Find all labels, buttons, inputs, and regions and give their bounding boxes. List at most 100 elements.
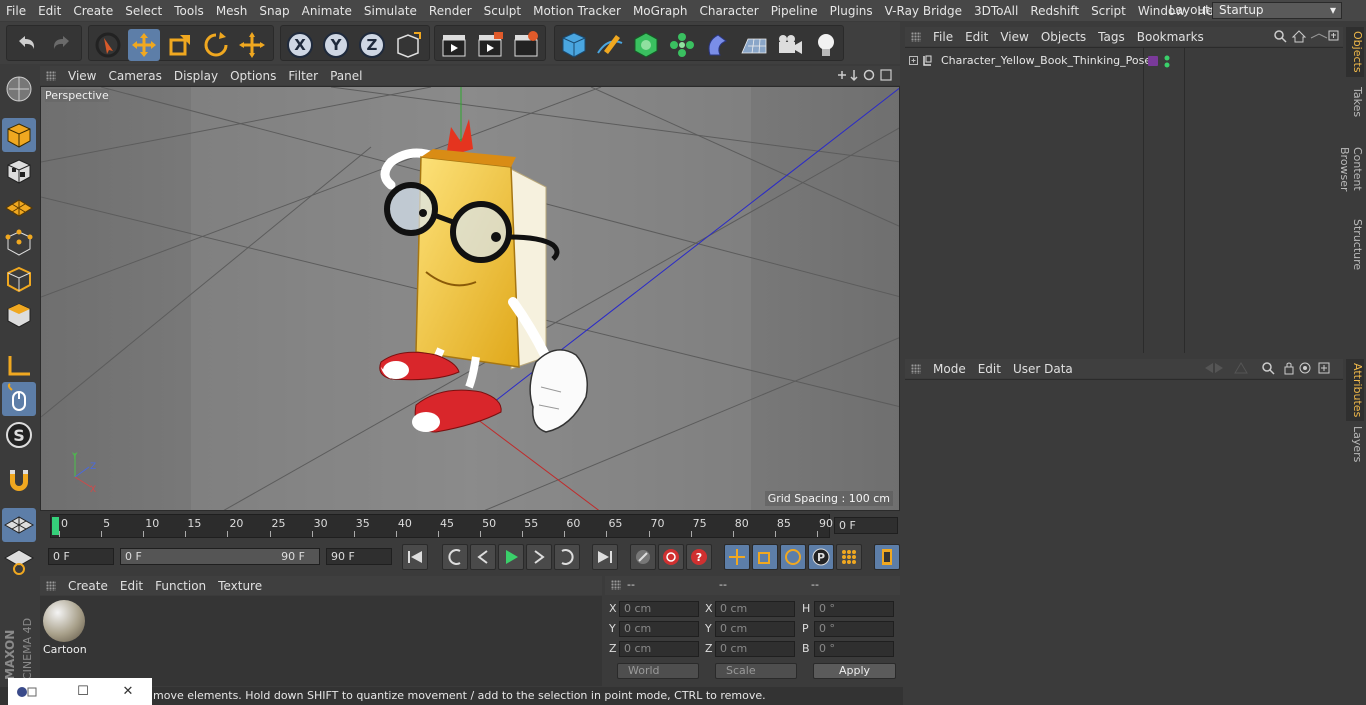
null-object-icon[interactable] [909,54,939,68]
menu-redshift[interactable]: Redshift [1024,4,1085,18]
viewport-menu-view[interactable]: View [68,69,106,83]
material-menu-function[interactable]: Function [155,579,216,593]
tab-structure[interactable]: Structure [1346,217,1364,273]
key-pla-button[interactable] [836,544,862,570]
om-menu-view[interactable]: View [1000,30,1038,44]
size-z-field[interactable]: 0 cm [715,641,795,657]
om-menu-file[interactable]: File [933,30,963,44]
playhead[interactable] [52,517,59,535]
tab-content-browser[interactable]: Content Browser [1338,125,1364,213]
lock-workplane-button[interactable] [2,508,36,542]
keyframe-selection-button[interactable] [630,544,656,570]
undo-button[interactable] [10,29,42,61]
om-menu-edit[interactable]: Edit [965,30,998,44]
material-swatch-cartoon[interactable] [43,600,85,642]
key-rotation-button[interactable] [780,544,806,570]
rotate-tool-button[interactable] [200,29,232,61]
next-frame-button[interactable] [526,544,552,570]
current-frame-field[interactable]: 0 F [834,517,898,534]
tab-objects[interactable]: Objects [1346,27,1364,77]
menu-snap[interactable]: Snap [253,4,295,18]
floor-button[interactable] [738,29,770,61]
viewport-menu-filter[interactable]: Filter [288,69,328,83]
cloner-button[interactable] [666,29,698,61]
edges-mode-button[interactable] [2,262,36,296]
workplane-mode-button[interactable] [2,190,36,224]
viewport-menu-panel[interactable]: Panel [330,69,372,83]
menu-tools[interactable]: Tools [168,4,210,18]
am-menu-user-data[interactable]: User Data [1013,362,1083,376]
x-axis-button[interactable]: X [284,29,316,61]
subdivision-button[interactable] [630,29,662,61]
apply-button[interactable]: Apply [813,663,896,679]
light-button[interactable] [810,29,842,61]
size-x-field[interactable]: 0 cm [715,601,795,617]
visibility-dots-icon[interactable] [1163,55,1171,69]
make-editable-button[interactable] [2,72,36,106]
layout-select[interactable]: Startup [1212,2,1342,19]
viewport-nav-icons[interactable] [836,67,898,84]
menu-script[interactable]: Script [1085,4,1132,18]
menu-render[interactable]: Render [423,4,478,18]
perspective-viewport[interactable]: Y Z X Perspective Grid Spacing : 100 cm [40,86,900,511]
record-button[interactable] [658,544,684,570]
object-name-character[interactable]: Character_Yellow_Book_Thinking_Pose [941,54,1151,67]
menu-edit[interactable]: Edit [32,4,67,18]
rot-p-field[interactable]: 0 ° [814,621,894,637]
timeline-ruler[interactable]: 0 5 10 15 20 25 30 35 40 45 50 55 60 65 70 75 80 85 90 [50,514,833,538]
go-to-start-button[interactable] [402,544,428,570]
menu-select[interactable]: Select [119,4,168,18]
go-to-end-button[interactable] [592,544,618,570]
menu-mograph[interactable]: MoGraph [627,4,694,18]
redo-button[interactable] [46,29,78,61]
texture-mode-button[interactable] [2,154,36,188]
viewport-menu-display[interactable]: Display [174,69,228,83]
am-menu-edit[interactable]: Edit [978,362,1011,376]
menu-animate[interactable]: Animate [296,4,358,18]
menu-pipeline[interactable]: Pipeline [765,4,824,18]
om-menu-tags[interactable]: Tags [1098,30,1135,44]
planar-workplane-button[interactable] [2,544,36,578]
polygons-mode-button[interactable] [2,298,36,332]
key-scale-button[interactable] [752,544,778,570]
scale-tool-button[interactable] [164,29,196,61]
material-menu-texture[interactable]: Texture [218,579,272,593]
tab-layers[interactable]: Layers [1346,425,1364,463]
om-header-icons[interactable] [1273,29,1339,44]
menu-character[interactable]: Character [693,4,764,18]
menu-file[interactable]: File [0,4,32,18]
rot-b-field[interactable]: 0 ° [814,641,894,657]
play-button[interactable] [498,544,524,570]
menu-motion-tracker[interactable]: Motion Tracker [527,4,627,18]
am-header-icons[interactable] [1199,361,1339,376]
transform-tool-button[interactable] [236,29,268,61]
render-settings-button[interactable] [510,29,542,61]
menu-simulate[interactable]: Simulate [358,4,423,18]
move-tool-button[interactable] [128,29,160,61]
y-axis-button[interactable]: Y [320,29,352,61]
key-parameter-button[interactable]: P [808,544,834,570]
pen-spline-button[interactable] [594,29,626,61]
tab-attributes[interactable]: Attributes [1346,359,1364,421]
material-menu-edit[interactable]: Edit [120,579,153,593]
points-mode-button[interactable] [2,226,36,260]
timeline-window-button[interactable] [874,544,900,570]
end-frame-field[interactable]: 90 F [326,548,392,565]
deformer-button[interactable] [702,29,734,61]
layer-color-tag[interactable] [1148,56,1158,66]
pos-y-field[interactable]: 0 cm [619,621,699,637]
prev-key-button[interactable] [442,544,468,570]
render-picture-viewer-button[interactable] [474,29,506,61]
model-mode-button[interactable] [2,118,36,152]
maximize-icon[interactable]: ☐ [75,684,91,700]
axis-mode-button[interactable] [2,348,36,382]
coordinate-system-button[interactable] [392,29,424,61]
autokey-button[interactable]: ? [686,544,712,570]
camera-button[interactable] [774,29,806,61]
menu-mesh[interactable]: Mesh [210,4,254,18]
key-position-button[interactable] [724,544,750,570]
pos-z-field[interactable]: 0 cm [619,641,699,657]
range-slider[interactable]: 0 F 90 F [120,548,320,565]
menu-sculpt[interactable]: Sculpt [478,4,527,18]
next-key-button[interactable] [554,544,580,570]
